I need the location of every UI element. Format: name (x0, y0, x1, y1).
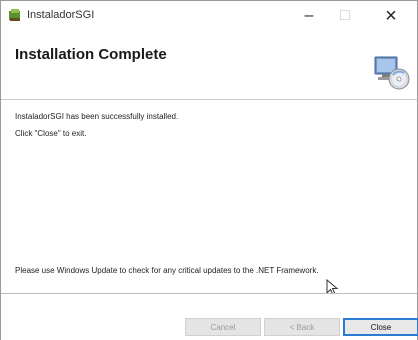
page-title: Installation Complete (15, 46, 167, 63)
exit-instruction: Click "Close" to exit. (15, 129, 87, 138)
installer-window: InstaladorSGI – □ × Installation Complet… (0, 0, 418, 340)
installer-app-icon (9, 9, 20, 21)
computer-cd-icon (374, 56, 410, 90)
close-button[interactable]: Close (343, 318, 418, 336)
cancel-button[interactable]: Cancel (185, 318, 261, 336)
update-notice: Please use Windows Update to check for a… (15, 266, 319, 275)
close-window-button[interactable]: × (373, 3, 409, 29)
maximize-button[interactable]: □ (327, 3, 363, 29)
title-bar[interactable]: InstaladorSGI – □ × (1, 1, 417, 31)
success-message: InstaladorSGI has been successfully inst… (15, 112, 179, 121)
banner-header: Installation Complete (1, 31, 417, 100)
minimize-button[interactable]: – (291, 3, 327, 29)
back-button[interactable]: < Back (264, 318, 340, 336)
content-area: InstaladorSGI has been successfully inst… (1, 100, 417, 290)
window-title: InstaladorSGI (27, 9, 95, 21)
button-bar: Cancel < Back Close (1, 293, 418, 340)
